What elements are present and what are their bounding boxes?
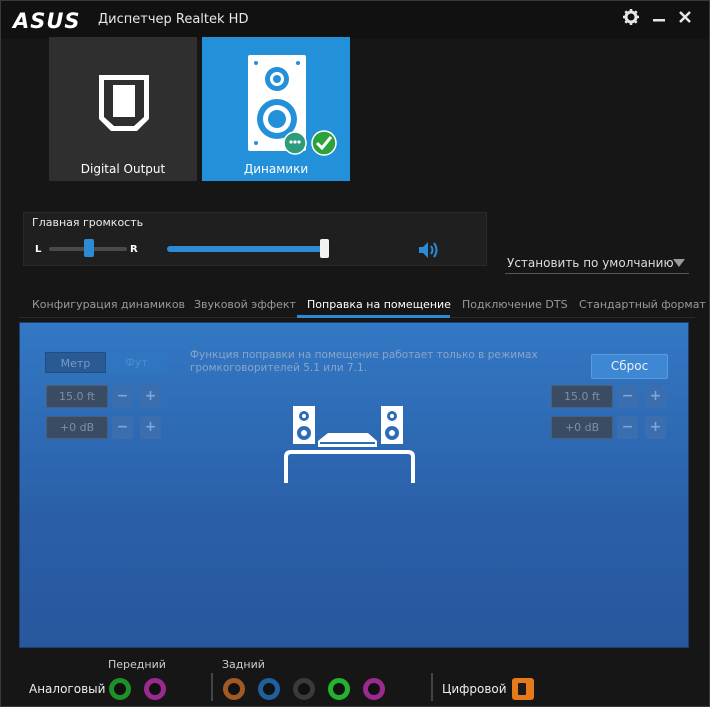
right-gain-minus-button[interactable]: − (617, 416, 638, 439)
right-gain-plus-button[interactable]: + (645, 416, 666, 439)
window: ASUS Диспетчер Realtek HD Digital Output (0, 0, 710, 707)
tab-speaker-configuration[interactable]: Конфигурация динамиков (32, 298, 185, 311)
speaker-volume-icon[interactable] (417, 240, 441, 260)
minimize-button[interactable] (648, 8, 670, 30)
unit-toggle: Метр Фут (45, 352, 167, 373)
right-distance-plus-button[interactable]: + (645, 385, 666, 408)
digital-label: Цифровой (442, 682, 507, 696)
main-volume-panel: Главная громкость L R (23, 212, 487, 266)
settings-tabs: Конфигурация динамиков Звуковой эффект П… (19, 294, 706, 318)
device-label-digital-output: Digital Output (80, 162, 166, 176)
rear-jack-orange[interactable] (223, 678, 245, 700)
gear-icon[interactable] (620, 8, 642, 30)
left-distance-plus-button[interactable]: + (140, 385, 161, 408)
volume-slider-track[interactable] (167, 246, 325, 252)
room-illustration-icon (284, 406, 415, 483)
right-gain-field[interactable]: +0 dB (551, 416, 613, 439)
balance-slider-handle[interactable] (84, 239, 94, 257)
balance-left-label: L (35, 244, 42, 255)
rear-jacks-label: Задний (222, 658, 265, 671)
front-jack-green[interactable] (109, 678, 131, 700)
front-jacks-label: Передний (108, 658, 166, 671)
tab-room-correction[interactable]: Поправка на помещение (307, 298, 451, 311)
main-volume-title: Главная громкость (32, 216, 144, 229)
set-default-dropdown[interactable]: Установить по умолчанию (505, 253, 689, 274)
digital-output-icon (99, 75, 149, 131)
speakers-icon (248, 55, 337, 156)
left-gain-minus-button[interactable]: − (112, 416, 133, 439)
tab-dts-connect[interactable]: Подключение DTS (462, 298, 568, 311)
left-distance-field[interactable]: 15.0 ft (46, 385, 108, 408)
room-correction-panel: Метр Фут 15.0 ft − + +0 dB − + Функция п… (19, 322, 689, 648)
title-bar: ASUS Диспетчер Realtek HD (1, 1, 709, 39)
tab-default-format[interactable]: Стандартный формат (579, 298, 706, 311)
active-tab-indicator (297, 315, 450, 318)
jack-divider (211, 673, 213, 701)
device-tile-digital-output[interactable]: Digital Output (49, 37, 197, 181)
set-default-label: Установить по умолчанию (507, 256, 674, 270)
unit-feet-button[interactable]: Фут (106, 352, 167, 373)
unit-meter-button[interactable]: Метр (45, 352, 106, 373)
front-jack-pink[interactable] (144, 678, 166, 700)
window-title: Диспетчер Realtek HD (98, 12, 249, 27)
balance-right-label: R (130, 244, 138, 255)
rear-jack-blue[interactable] (258, 678, 280, 700)
volume-slider-handle[interactable] (320, 239, 329, 258)
device-tile-speakers[interactable]: Динамики (202, 37, 350, 181)
reset-button[interactable]: Сброс (591, 354, 668, 379)
rear-jack-purple[interactable] (363, 678, 385, 700)
left-gain-field[interactable]: +0 dB (46, 416, 108, 439)
chevron-down-icon (673, 259, 685, 267)
analog-label: Аналоговый (29, 682, 106, 696)
right-distance-field[interactable]: 15.0 ft (551, 385, 613, 408)
digital-port-icon[interactable] (512, 678, 534, 700)
device-label-speakers: Динамики (243, 162, 309, 176)
room-correction-description: Функция поправки на помещение работает т… (190, 349, 538, 374)
close-button[interactable] (674, 8, 696, 30)
digital-divider (431, 673, 433, 701)
rear-jack-black[interactable] (293, 678, 315, 700)
rear-jack-lime[interactable] (328, 678, 350, 700)
left-gain-plus-button[interactable]: + (140, 416, 161, 439)
asus-logo: ASUS (13, 9, 81, 33)
tab-sound-effect[interactable]: Звуковой эффект (194, 298, 296, 311)
left-distance-minus-button[interactable]: − (112, 385, 133, 408)
right-distance-minus-button[interactable]: − (617, 385, 638, 408)
